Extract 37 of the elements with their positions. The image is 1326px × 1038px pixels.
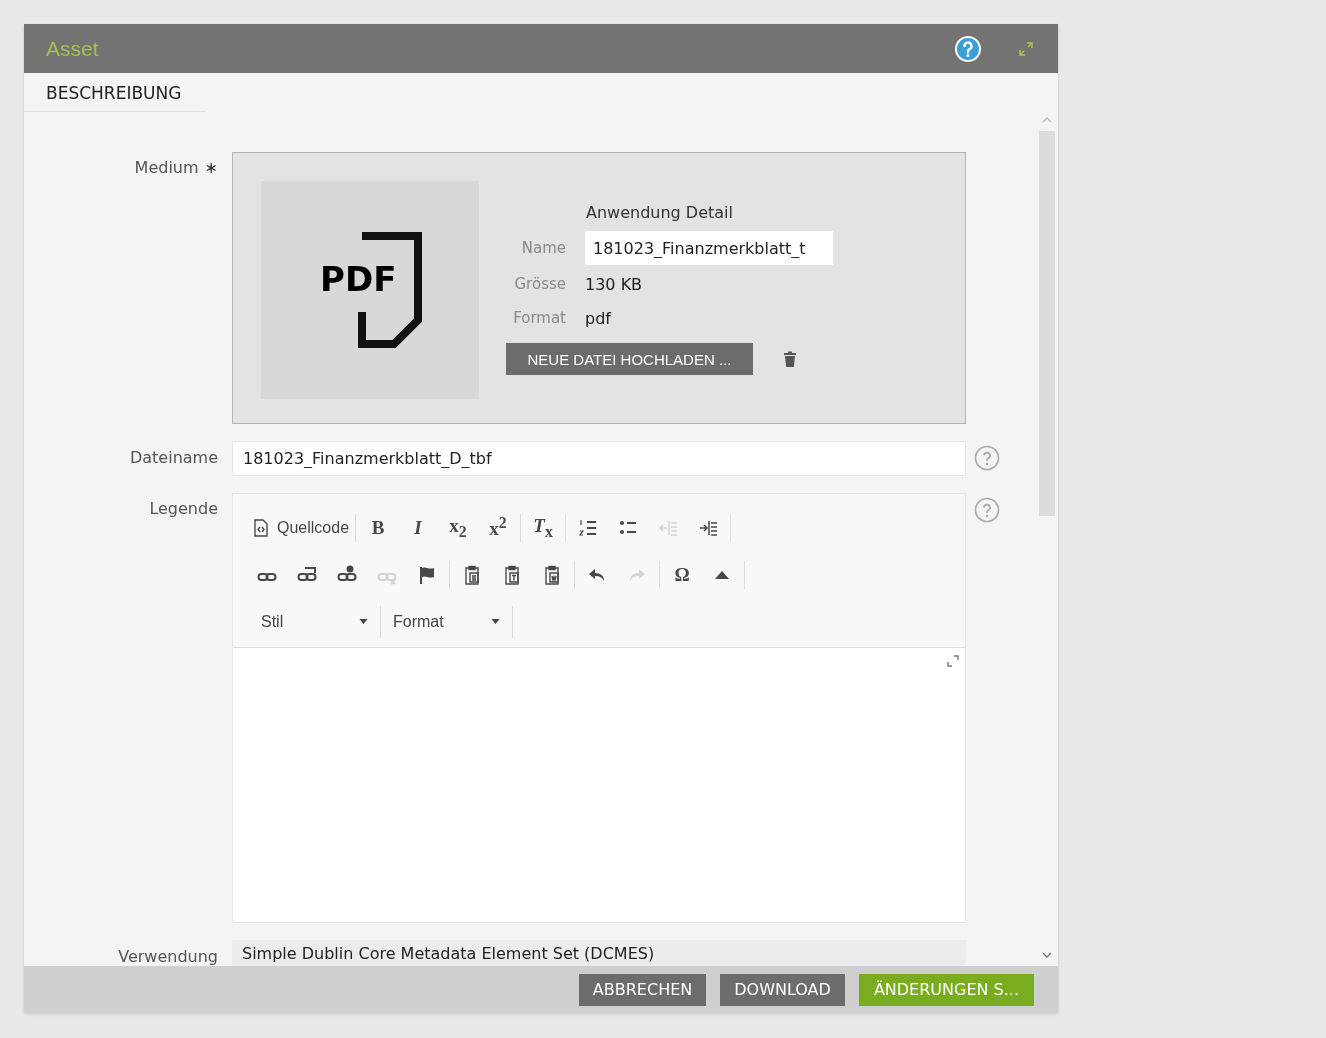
detail-value: 130 KB <box>585 274 643 294</box>
footer-button[interactable]: DOWNLOAD <box>720 973 845 1006</box>
style-dropdown[interactable]: Stil <box>249 605 381 638</box>
expand-icon[interactable] <box>1018 40 1034 57</box>
format-button[interactable]: I <box>400 513 437 542</box>
scroll-down-icon[interactable] <box>1042 952 1052 958</box>
format-button[interactable]: B <box>360 513 397 542</box>
section-heading: BESCHREIBUNG <box>24 73 206 112</box>
detail-label: Name <box>520 239 566 257</box>
field-label: Verwendung <box>118 947 218 966</box>
pdf-document-drawing: PDF <box>318 232 422 348</box>
filename-input[interactable]: 181023_Finanzmerkblatt_D_tbf <box>232 441 966 476</box>
field-label: Medium <box>134 158 199 177</box>
style-dropdown[interactable]: Format <box>381 605 513 638</box>
caret-icon <box>359 619 368 624</box>
field-label: Legende <box>149 499 218 518</box>
detail-value: pdf <box>585 308 611 328</box>
format-button[interactable]: x$_{2}$ <box>440 513 477 542</box>
detail-label: Grösse <box>513 275 566 293</box>
required-mark: ∗ <box>204 158 218 177</box>
detail-title: Anwendung Detail <box>586 203 734 224</box>
format-button[interactable]: x$^{2}$ <box>480 513 517 542</box>
caret-icon <box>491 619 500 624</box>
expand-icon[interactable] <box>946 654 960 668</box>
footer-button[interactable]: ABBRECHEN <box>578 973 707 1006</box>
document-code-icon <box>251 517 271 538</box>
usage-select[interactable]: Simple Dublin Core Metadata Element Set (DCMES) <box>232 940 966 966</box>
detail-label: Format <box>512 309 566 327</box>
dialog-title: Asset <box>46 36 100 61</box>
trash-icon[interactable] <box>783 350 797 368</box>
upload-button[interactable]: NEUE DATEI HOCHLADEN ... <box>506 343 753 375</box>
field-label: Dateiname <box>129 448 218 467</box>
scrollbar-thumb[interactable] <box>1039 131 1055 516</box>
source-button[interactable]: Quellcode <box>249 513 352 542</box>
format-button[interactable]: T$_{x}$ <box>525 513 562 542</box>
format-button[interactable]: Ω <box>664 560 700 589</box>
name-input[interactable]: 181023_Finanzmerkblatt_t <box>585 231 833 265</box>
